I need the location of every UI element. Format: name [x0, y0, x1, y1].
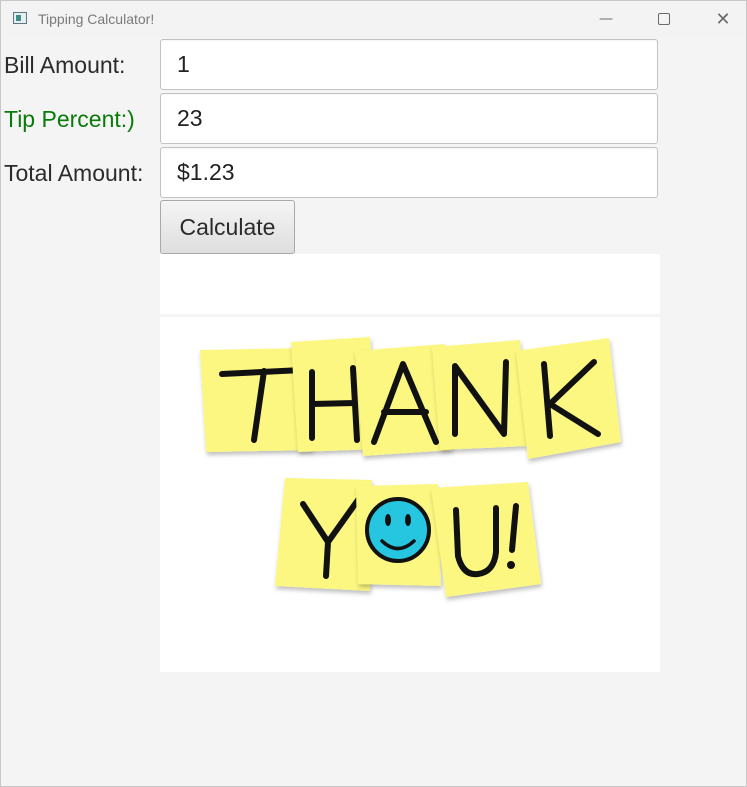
window-title: Tipping Calculator!	[38, 11, 155, 27]
maximize-icon	[658, 13, 670, 25]
thank-you-image	[160, 254, 660, 672]
total-amount-field[interactable]	[160, 147, 658, 198]
calculate-button[interactable]: Calculate	[160, 200, 295, 254]
app-window: Tipping Calculator! — ✕ Bill Amount: Tip…	[0, 0, 747, 787]
sticky-note-smiley	[356, 484, 441, 586]
minimize-icon: —	[599, 11, 613, 27]
app-icon	[13, 12, 27, 24]
bill-amount-label: Bill Amount:	[4, 52, 126, 78]
tip-percent-input[interactable]	[160, 93, 658, 144]
tip-percent-label: Tip Percent:)	[4, 106, 135, 132]
sticky-note-k	[516, 338, 621, 459]
close-button[interactable]: ✕	[700, 1, 746, 37]
sticky-note-n	[432, 340, 527, 450]
title-bar: Tipping Calculator! — ✕	[1, 1, 746, 37]
maximize-button[interactable]	[641, 1, 687, 37]
total-amount-label: Total Amount:	[4, 160, 144, 186]
sticky-note-u	[431, 482, 541, 597]
thank-you-image-graphic	[160, 254, 660, 672]
bill-amount-input[interactable]	[160, 39, 658, 90]
close-icon: ✕	[715, 8, 731, 30]
minimize-button[interactable]: —	[583, 1, 629, 37]
